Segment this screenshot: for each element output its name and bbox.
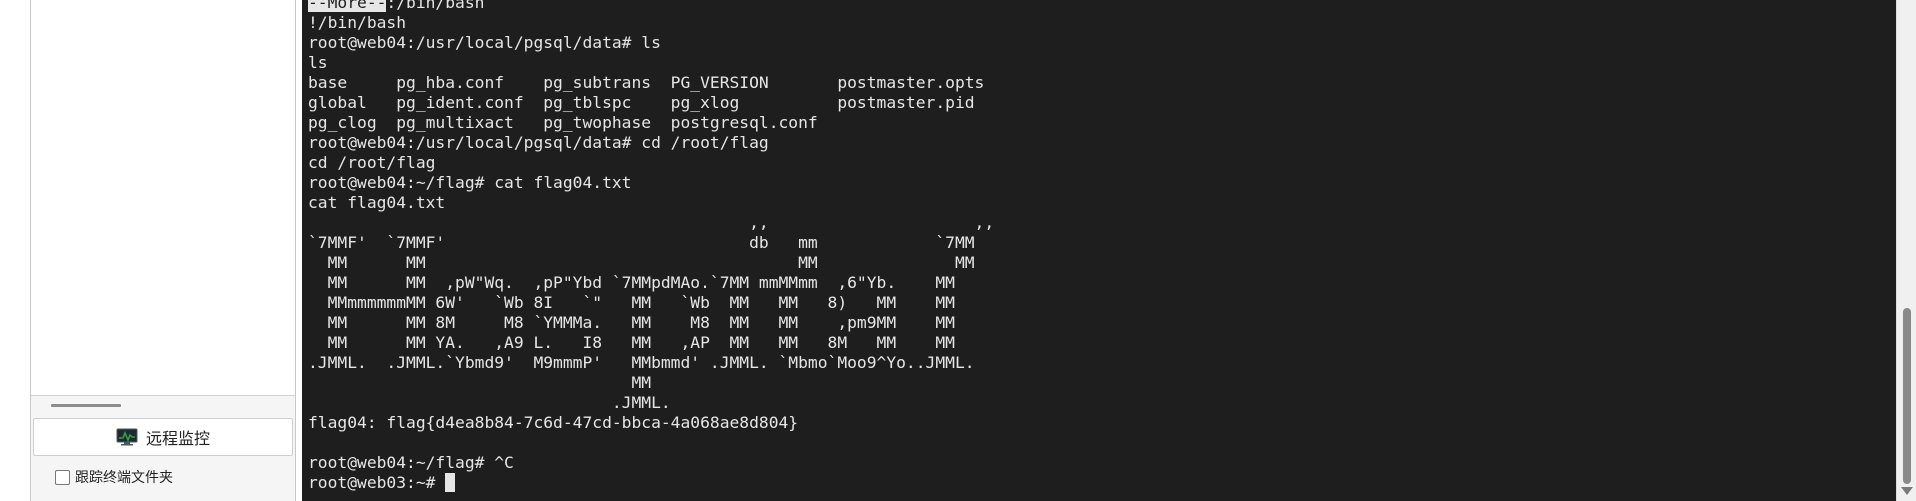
more-prompt: --More--	[308, 0, 387, 12]
terminal-output[interactable]: --More--:/bin/bash !/bin/bash root@web04…	[302, 0, 1896, 501]
remote-monitor-button[interactable]: 远程监控	[33, 418, 293, 456]
sidebar: 远程监控 跟踪终端文件夹	[30, 0, 296, 501]
follow-terminal-folder-row[interactable]: 跟踪终端文件夹	[55, 466, 173, 488]
terminal-scrollbar[interactable]	[1896, 0, 1916, 501]
remote-monitor-label: 远程监控	[145, 431, 210, 448]
left-gutter	[0, 0, 30, 501]
ssh-client-window: 远程监控 跟踪终端文件夹 --More--:/bin/bash !/bin/ba…	[0, 0, 1916, 501]
scrollbar-thumb[interactable]	[1903, 308, 1911, 484]
follow-terminal-folder-label: 跟踪终端文件夹	[75, 469, 173, 485]
terminal-lines: :/bin/bash !/bin/bash root@web04:/usr/lo…	[308, 0, 995, 492]
monitor-chart-icon	[116, 428, 138, 446]
terminal-text: --More--:/bin/bash !/bin/bash root@web04…	[308, 0, 994, 493]
follow-terminal-folder-checkbox[interactable]	[55, 469, 70, 485]
splitter-handle[interactable]	[51, 404, 121, 407]
sidebar-file-panel[interactable]	[31, 0, 295, 396]
scroll-down-arrow-icon[interactable]	[1901, 487, 1913, 495]
terminal-cursor	[445, 473, 456, 492]
